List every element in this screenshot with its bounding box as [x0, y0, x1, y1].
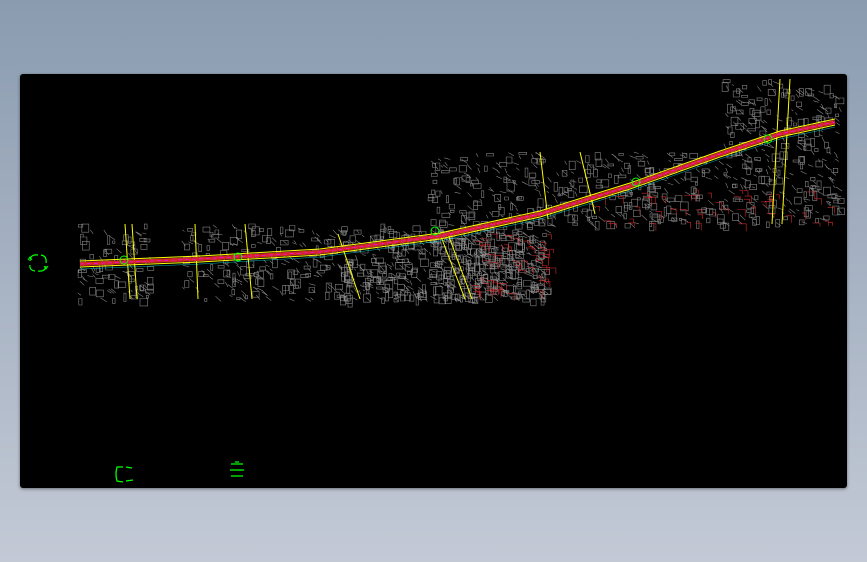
legend-bracket-right — [230, 461, 244, 477]
bracket-icon — [115, 466, 134, 483]
legend-bracket-left — [115, 466, 134, 483]
circle-arrows-icon — [29, 254, 47, 272]
road-corridor — [79, 78, 836, 300]
north-arrow-symbol — [27, 254, 49, 272]
road-plan-drawing[interactable] — [20, 74, 847, 488]
cad-viewport[interactable] — [20, 74, 847, 488]
bracket-icon — [230, 461, 244, 477]
buildings-layer — [77, 79, 845, 308]
